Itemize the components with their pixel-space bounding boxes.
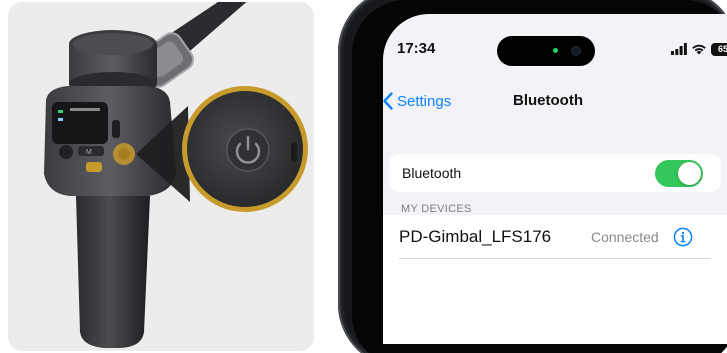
phone-screen: 17:34 65 Settings Bluetooth Bluetooth MY… <box>383 14 727 344</box>
my-devices-header: MY DEVICES <box>401 203 472 215</box>
device-name: PD-Gimbal_LFS176 <box>399 227 552 246</box>
bluetooth-toggle-switch[interactable] <box>655 160 703 187</box>
status-bar: 17:34 65 <box>383 14 727 66</box>
empty-list-area <box>383 259 727 344</box>
battery-icon: 65 <box>711 42 727 56</box>
bluetooth-toggle-cell: Bluetooth <box>389 154 721 192</box>
gimbal-illustration: M <box>44 2 308 348</box>
navigation-bar: Settings Bluetooth <box>383 78 727 112</box>
info-circle-icon[interactable] <box>673 227 693 247</box>
svg-text:M: M <box>86 149 92 156</box>
back-button[interactable]: Settings <box>383 90 451 112</box>
dynamic-island <box>497 36 595 66</box>
bluetooth-toggle-label: Bluetooth <box>402 165 462 181</box>
chevron-left-icon <box>383 92 393 110</box>
gimbal-handle <box>76 196 150 348</box>
cellular-signal-icon <box>671 43 687 55</box>
system-icons: 65 <box>671 42 727 56</box>
device-row[interactable]: PD-Gimbal_LFS176 Connected <box>383 215 727 259</box>
back-button-label: Settings <box>397 92 452 110</box>
switch-knob <box>678 162 701 185</box>
record-button <box>86 162 102 172</box>
product-photo: M <box>8 2 314 351</box>
device-status: Connected <box>591 229 659 245</box>
joystick <box>59 145 73 159</box>
page-title: Bluetooth <box>513 92 583 109</box>
wifi-icon <box>692 44 706 55</box>
status-time: 17:34 <box>397 40 436 57</box>
power-icon <box>226 128 270 172</box>
